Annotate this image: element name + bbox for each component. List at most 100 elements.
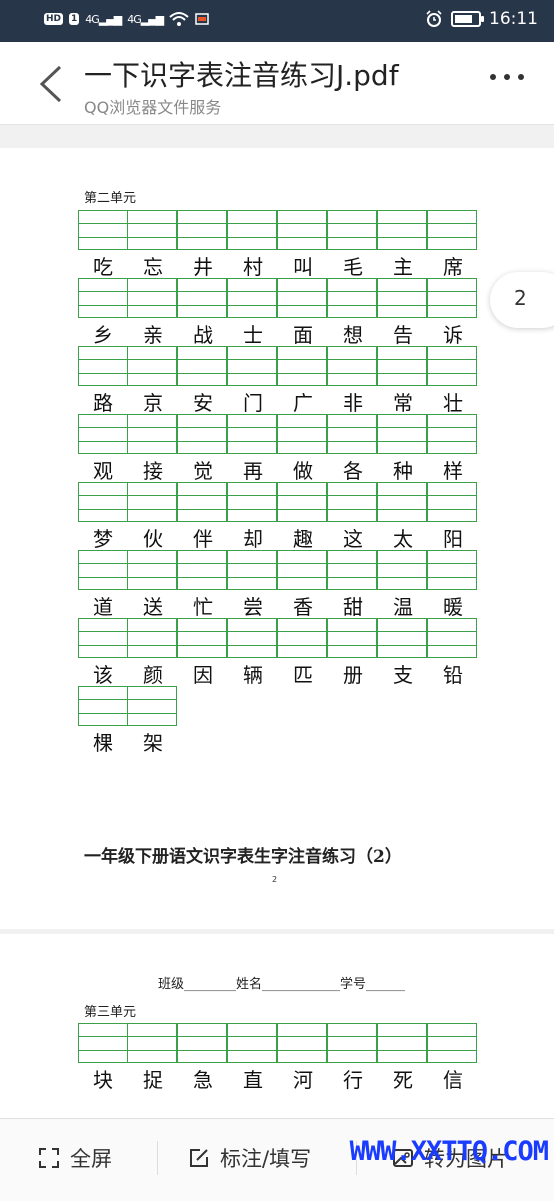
pinyin-box <box>377 210 427 250</box>
status-left: HD 1 4G▂▄▆ 4G▂▄▆ <box>44 11 209 27</box>
pinyin-box <box>177 210 227 250</box>
battery-icon <box>451 11 484 27</box>
character: 觉 <box>193 459 213 483</box>
pinyin-box <box>177 618 227 658</box>
wifi-icon <box>169 12 189 26</box>
character: 这 <box>343 527 363 551</box>
pinyin-box <box>377 550 427 590</box>
pinyin-box <box>78 482 128 522</box>
character: 想 <box>343 323 363 347</box>
character-row: 路京安门广非常壮 <box>78 387 478 416</box>
character: 广 <box>293 391 313 415</box>
more-dots-icon[interactable] <box>490 74 524 80</box>
signal-icon-2: 4G▂▄▆ <box>127 12 164 26</box>
pinyin-box <box>78 1023 128 1063</box>
chevron-left-icon[interactable] <box>36 64 68 104</box>
character: 常 <box>393 391 413 415</box>
unit-label: 第三单元 <box>84 1005 137 1020</box>
pinyin-box <box>127 346 177 386</box>
pinyin-box <box>127 414 177 454</box>
pinyin-box <box>327 482 377 522</box>
pinyin-box <box>277 278 327 318</box>
pinyin-box <box>78 686 128 726</box>
pinyin-box <box>177 278 227 318</box>
pinyin-box <box>227 1023 277 1063</box>
character: 安 <box>193 391 213 415</box>
pinyin-box <box>377 482 427 522</box>
character: 温 <box>393 595 413 619</box>
character: 甜 <box>343 595 363 619</box>
character-row: 棵架 <box>78 727 178 756</box>
pinyin-box <box>327 346 377 386</box>
character: 架 <box>143 731 163 755</box>
pinyin-box <box>377 1023 427 1063</box>
pinyin-box <box>427 482 477 522</box>
status-bar: HD 1 4G▂▄▆ 4G▂▄▆ 16:11 <box>0 0 554 42</box>
pinyin-grid-row <box>78 346 478 386</box>
character: 辆 <box>243 663 263 687</box>
annotate-button[interactable]: 标注/填写 <box>188 1143 311 1173</box>
character: 主 <box>393 255 413 279</box>
pinyin-box <box>177 482 227 522</box>
character-row: 梦伙伴却趣这太阳 <box>78 523 478 552</box>
pinyin-box <box>427 414 477 454</box>
character: 亲 <box>143 323 163 347</box>
pinyin-box <box>78 618 128 658</box>
character: 直 <box>243 1068 263 1092</box>
character: 做 <box>293 459 313 483</box>
page-indicator[interactable]: 2 <box>490 272 554 328</box>
pinyin-box <box>127 686 177 726</box>
character: 诉 <box>443 323 463 347</box>
character: 信 <box>443 1068 463 1092</box>
pinyin-box <box>227 482 277 522</box>
pinyin-box <box>277 414 327 454</box>
student-info-fields: 班级________姓名____________学号______ <box>158 977 406 992</box>
pinyin-box <box>277 1023 327 1063</box>
character: 吃 <box>93 255 113 279</box>
character: 却 <box>243 527 263 551</box>
character: 捉 <box>143 1068 163 1092</box>
character: 趣 <box>293 527 313 551</box>
character: 死 <box>393 1068 413 1092</box>
character-row: 观接觉再做各种样 <box>78 455 478 484</box>
character: 梦 <box>93 527 113 551</box>
pinyin-box <box>277 618 327 658</box>
character: 棵 <box>93 731 113 755</box>
character: 伙 <box>143 527 163 551</box>
character: 该 <box>93 663 113 687</box>
sim-badge: 1 <box>69 13 80 25</box>
pinyin-box <box>227 210 277 250</box>
pinyin-box <box>78 278 128 318</box>
status-right: 16:11 <box>425 9 538 29</box>
pinyin-box <box>177 550 227 590</box>
pinyin-box <box>327 210 377 250</box>
pinyin-grid-row <box>78 1023 478 1063</box>
pinyin-box <box>427 618 477 658</box>
character: 急 <box>193 1068 213 1092</box>
pinyin-box <box>127 482 177 522</box>
hd-badge: HD <box>44 13 64 25</box>
pinyin-grid-row <box>78 618 478 658</box>
character: 种 <box>393 459 413 483</box>
character-row: 块捉急直河行死信 <box>78 1064 478 1093</box>
character: 非 <box>343 391 363 415</box>
character-row: 该颜因辆匹册支铅 <box>78 659 478 688</box>
character: 席 <box>443 255 463 279</box>
character: 行 <box>343 1068 363 1092</box>
pinyin-box <box>277 210 327 250</box>
pdf-page-2: 第二单元 吃 忘 井 村 叫 毛 主 席乡 亲 战 士 面 想 告 诉路 京 安 门 广 非 常 壮观 接 觉 再 做 各 种 样梦 伙 伴… <box>0 148 554 929</box>
character: 再 <box>243 459 263 483</box>
pinyin-grid-row <box>78 210 478 250</box>
edit-icon <box>190 1149 208 1167</box>
watermark: WWW.XXTTQ.COM <box>349 1136 549 1167</box>
pinyin-box <box>377 346 427 386</box>
pinyin-box <box>327 414 377 454</box>
pinyin-box <box>177 346 227 386</box>
character: 京 <box>143 391 163 415</box>
pinyin-box <box>377 618 427 658</box>
fullscreen-button[interactable]: 全屏 <box>38 1143 112 1173</box>
pinyin-box <box>127 278 177 318</box>
character: 伴 <box>193 527 213 551</box>
character: 观 <box>93 459 113 483</box>
pinyin-box <box>127 550 177 590</box>
